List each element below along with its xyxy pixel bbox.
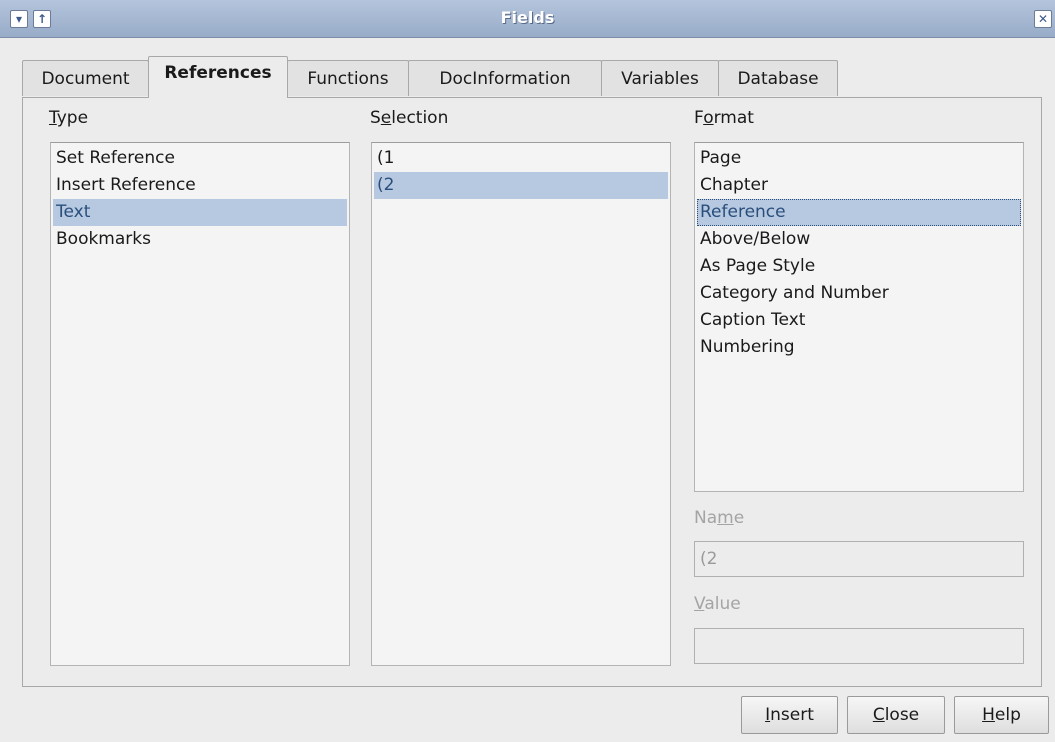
value-field[interactable]	[694, 628, 1024, 664]
format-item[interactable]: Category and Number	[697, 280, 1021, 307]
type-item-selected[interactable]: Text	[53, 199, 347, 226]
type-item[interactable]: Set Reference	[53, 145, 347, 172]
type-item[interactable]: Insert Reference	[53, 172, 347, 199]
selection-item[interactable]: (1	[374, 145, 668, 172]
name-field[interactable]: (2	[694, 541, 1024, 577]
references-panel: Type Set Reference Insert Reference Text…	[22, 97, 1042, 687]
tab-document[interactable]: Document	[22, 60, 149, 96]
tab-references[interactable]: References	[148, 56, 288, 98]
format-label: Format	[694, 108, 754, 128]
selection-listbox[interactable]: (1 (2	[371, 142, 671, 666]
close-button[interactable]: Close	[847, 696, 945, 734]
tab-functions[interactable]: Functions	[287, 60, 409, 96]
format-item[interactable]: Chapter	[697, 172, 1021, 199]
selection-label: Selection	[370, 108, 449, 128]
format-item[interactable]: Above/Below	[697, 226, 1021, 253]
tab-docinformation[interactable]: DocInformation	[408, 60, 602, 96]
format-item-selected[interactable]: Reference	[697, 199, 1021, 226]
window-title: Fields	[500, 8, 555, 27]
format-listbox[interactable]: Page Chapter Reference Above/Below As Pa…	[694, 142, 1024, 492]
name-label: Name	[694, 508, 745, 528]
value-label: Value	[694, 594, 741, 614]
tab-variables[interactable]: Variables	[601, 60, 719, 96]
format-item[interactable]: Caption Text	[697, 307, 1021, 334]
tab-database[interactable]: Database	[718, 60, 838, 96]
title-bar: ▾ ↑ Fields ✕	[0, 0, 1055, 38]
format-item[interactable]: As Page Style	[697, 253, 1021, 280]
format-item[interactable]: Page	[697, 145, 1021, 172]
type-label: Type	[49, 108, 89, 128]
format-item[interactable]: Numbering	[697, 334, 1021, 361]
type-listbox[interactable]: Set Reference Insert Reference Text Book…	[50, 142, 350, 666]
close-window-icon[interactable]: ✕	[1034, 10, 1052, 28]
selection-item-selected[interactable]: (2	[374, 172, 668, 199]
insert-button[interactable]: Insert	[741, 696, 838, 734]
help-button[interactable]: Help	[954, 696, 1049, 734]
type-item[interactable]: Bookmarks	[53, 226, 347, 253]
